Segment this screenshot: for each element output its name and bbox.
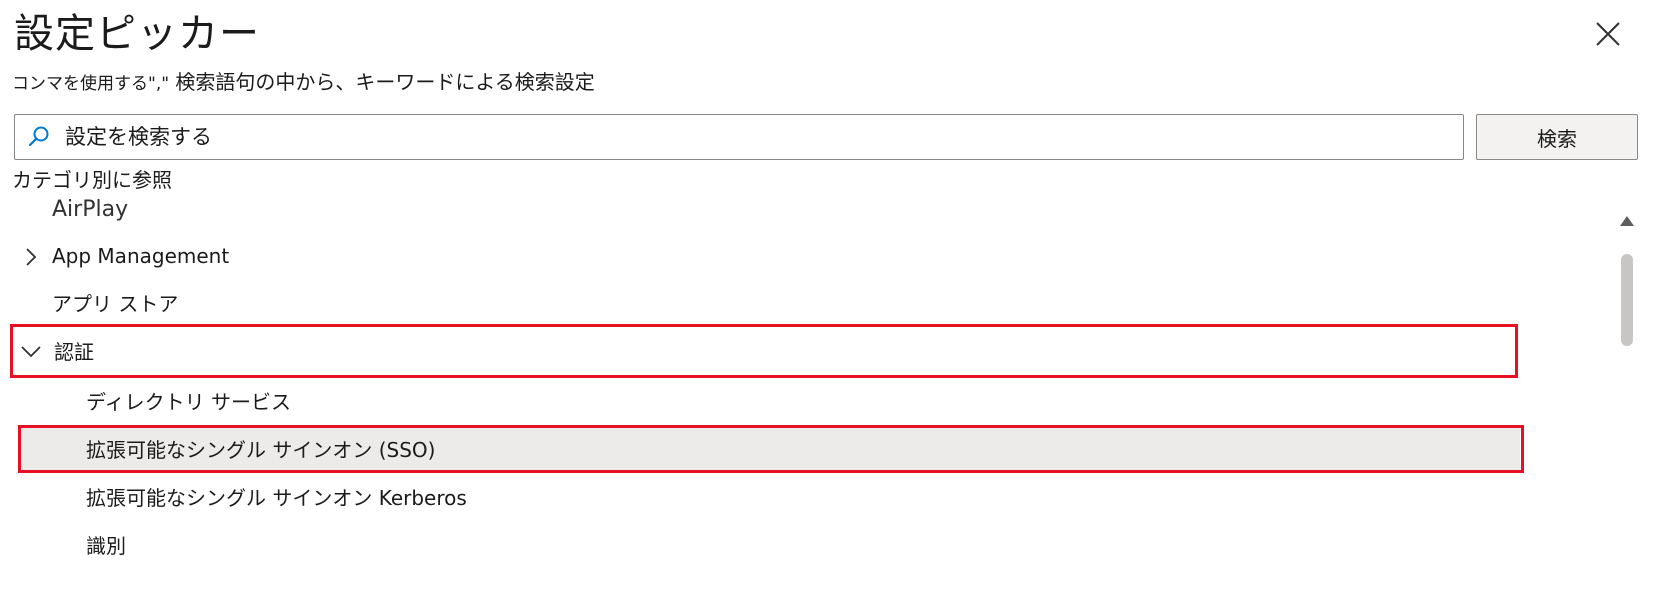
search-hint: コンマを使用する"," 検索語句の中から、キーワードによる検索設定 [12,68,595,98]
close-button[interactable] [1592,18,1624,50]
search-box[interactable] [14,114,1464,160]
close-icon [1596,22,1620,46]
page-title: 設定ピッカー [14,11,260,57]
search-input[interactable] [65,121,1445,153]
search-button[interactable]: 検索 [1476,114,1638,160]
chevron-right-icon[interactable] [20,246,42,268]
tree-item-extensible-sso-kerberos[interactable]: 拡張可能なシングル サインオン Kerberos [86,484,467,512]
tree-item-app-store[interactable]: アプリ ストア [52,290,178,318]
authentication-highlight [10,324,1518,378]
search-hint-text: 検索語句の中から、キーワードによる検索設定 [169,70,595,94]
scrollbar-thumb[interactable] [1621,254,1633,346]
tree-item-extensible-sso[interactable]: 拡張可能なシングル サインオン (SSO) [86,436,435,464]
search-hint-comma: コンマを使用する"," [12,74,170,94]
chevron-down-icon[interactable] [20,341,42,363]
tree-item-directory-services[interactable]: ディレクトリ サービス [86,388,291,416]
tree-item-app-management[interactable]: App Management [52,242,229,270]
tree-item-identification[interactable]: 識別 [86,532,126,560]
browse-by-category-label: カテゴリ別に参照 [12,168,172,192]
vertical-scrollbar[interactable] [1614,206,1640,602]
tree-item-authentication[interactable]: 認証 [54,338,94,366]
search-icon [28,126,49,147]
tree-item-airplay[interactable]: AirPlay [52,196,128,224]
scroll-up-arrow-icon[interactable] [1618,214,1636,228]
